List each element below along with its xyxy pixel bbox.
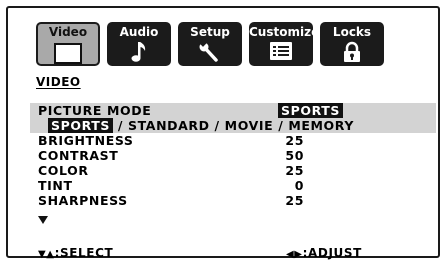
music-note-icon [129,41,149,67]
tab-setup[interactable]: Setup [178,22,242,66]
tab-label: Audio [119,25,159,39]
tab-label: Video [48,25,88,39]
section-title: VIDEO [36,75,81,89]
wrench-icon [199,39,221,67]
setting-value: 50 [285,148,304,163]
tv-menu-screen: Video Audio Setup Customize Locks VIDEO … [6,6,440,260]
picture-mode-option-selected: SPORTS [48,118,113,133]
scroll-down-arrow-icon[interactable] [38,216,48,224]
setting-row-color[interactable]: COLOR 25 [38,163,303,178]
setting-value: 0 [294,178,304,193]
picture-mode-value: SPORTS [278,103,343,118]
setting-label: COLOR [38,163,89,178]
tab-label: Customize [249,25,320,39]
tab-label: Locks [332,25,372,39]
tab-customize[interactable]: Customize [249,22,320,66]
picture-mode-option-list: / STANDARD / MOVIE / MEMORY [112,118,354,133]
setting-value: 25 [285,133,304,148]
picture-mode-row[interactable]: PICTURE MODE SPORTS [38,103,343,118]
monitor-icon [54,43,82,68]
select-hint: ▼▲:SELECT [38,246,113,260]
tab-label: Setup [190,25,230,39]
tab-locks[interactable]: Locks [320,22,384,66]
picture-mode-options[interactable]: SPORTS / STANDARD / MOVIE / MEMORY [48,118,354,133]
setting-row-tint[interactable]: TINT 0 [38,178,303,193]
adjust-hint-label: :ADJUST [302,246,362,260]
setting-label: CONTRAST [38,148,119,163]
setting-row-brightness[interactable]: BRIGHTNESS 25 [38,133,303,148]
picture-mode-label: PICTURE MODE [38,103,152,118]
tab-audio[interactable]: Audio [107,22,171,66]
list-icon [269,41,293,65]
setting-row-contrast[interactable]: CONTRAST 50 [38,148,303,163]
up-down-arrows-icon: ▼▲ [38,249,55,260]
setting-label: TINT [38,178,73,193]
left-right-arrows-icon: ◀▶ [286,249,303,260]
setting-label: BRIGHTNESS [38,133,134,148]
setting-value: 25 [285,163,304,178]
padlock-icon [342,41,362,67]
adjust-hint: ◀▶:ADJUST [286,246,362,260]
setting-row-sharpness[interactable]: SHARPNESS 25 [38,193,303,208]
setting-label: SHARPNESS [38,193,128,208]
select-hint-label: :SELECT [54,246,114,260]
tab-video[interactable]: Video [36,22,100,66]
menu-tab-bar: Video Audio Setup Customize Locks [36,22,384,66]
setting-value: 25 [285,193,304,208]
